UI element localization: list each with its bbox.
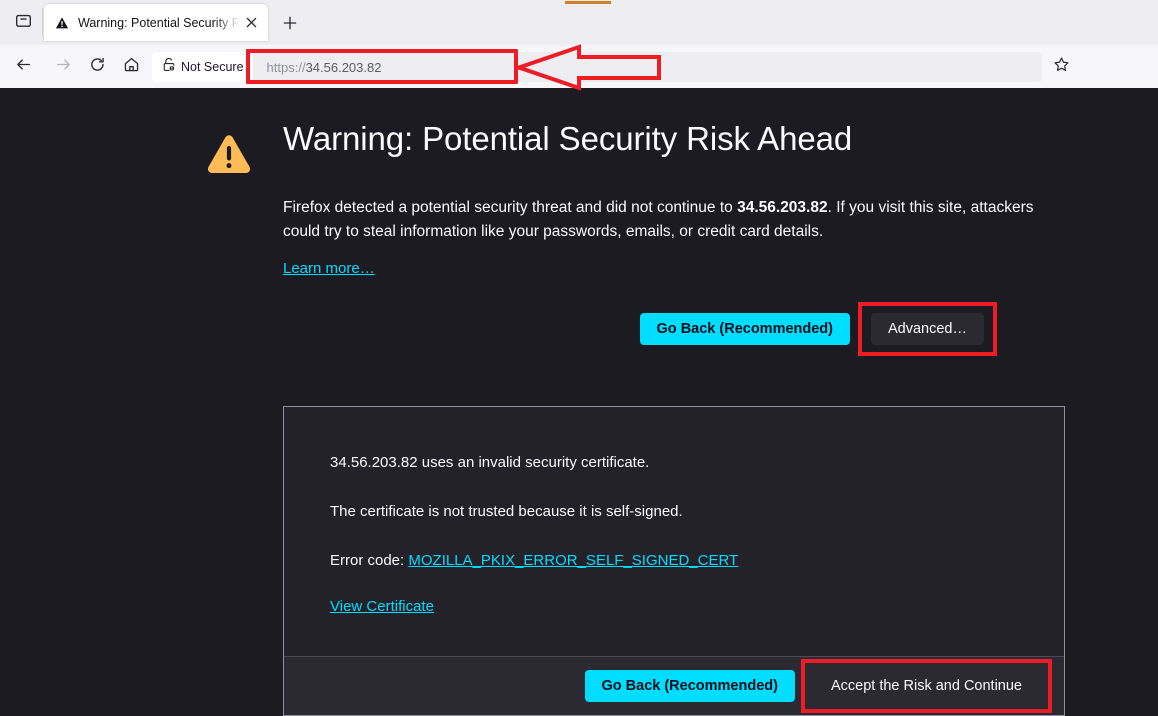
tab-list-icon [15, 12, 32, 34]
page-body-text: Firefox detected a potential security th… [205, 176, 1053, 244]
error-page: Warning: Potential Security Risk Ahead F… [0, 88, 1158, 716]
cert-error-line-1: 34.56.203.82 uses an invalid security ce… [330, 454, 650, 472]
tab-title: Warning: Potential Security Risk Ahead [78, 15, 240, 30]
tabstrip-divider [42, 8, 43, 36]
view-certificate-wrap: View Certificate [330, 598, 1018, 616]
browser-tab[interactable]: Warning: Potential Security Risk Ahead [44, 4, 268, 41]
advanced-button-highlight: Advanced… [858, 302, 997, 357]
plus-icon [283, 13, 297, 34]
body-host: 34.56.203.82 [737, 199, 828, 216]
view-certificate-link[interactable]: View Certificate [330, 598, 434, 615]
advanced-panel-footer: Go Back (Recommended) Accept the Risk an… [284, 656, 1064, 716]
learn-more-wrap: Learn more… [205, 244, 1085, 278]
reload-icon [89, 56, 106, 78]
body-prefix: Firefox detected a potential security th… [283, 199, 738, 216]
primary-button-row: Go Back (Recommended) Advanced… [205, 278, 997, 357]
forward-button[interactable] [48, 51, 79, 82]
cert-error-line-2: The certificate is not trusted because i… [330, 503, 683, 521]
identity-label: Not Secure [181, 60, 244, 74]
page-title-row: Warning: Potential Security Risk Ahead [205, 118, 1085, 176]
left-pointing-arrow-annotation [516, 44, 661, 91]
error-page-content: Warning: Potential Security Risk Ahead F… [205, 118, 1085, 716]
reload-button[interactable] [82, 51, 113, 82]
error-code-line: Error code: MOZILLA_PKIX_ERROR_SELF_SIGN… [330, 550, 1018, 571]
tab-list-button[interactable] [8, 8, 38, 38]
home-button[interactable] [116, 51, 147, 82]
advanced-panel: 34.56.203.82 uses an invalid security ce… [283, 406, 1065, 716]
identity-box[interactable]: Not Secure [152, 52, 253, 82]
back-arrow-icon [15, 56, 32, 78]
error-code-link[interactable]: MOZILLA_PKIX_ERROR_SELF_SIGNED_CERT [408, 552, 738, 569]
bookmark-button[interactable] [1046, 52, 1076, 82]
error-code-label: Error code: [330, 552, 409, 570]
close-icon[interactable] [242, 14, 260, 32]
warning-triangle-icon [54, 15, 70, 31]
lock-warning-icon [162, 57, 176, 77]
star-icon [1053, 56, 1070, 78]
back-button[interactable] [8, 51, 39, 82]
tab-strip: Warning: Potential Security Risk Ahead [0, 0, 1158, 45]
new-tab-button[interactable] [276, 9, 304, 37]
accept-risk-button-highlight: Accept the Risk and Continue [800, 659, 1052, 714]
url-bar-highlight [246, 49, 518, 84]
advanced-panel-body: 34.56.203.82 uses an invalid security ce… [284, 407, 1064, 656]
accept-risk-button[interactable]: Accept the Risk and Continue [813, 670, 1039, 703]
advanced-button[interactable]: Advanced… [871, 313, 984, 346]
forward-arrow-icon [55, 56, 72, 78]
warning-triangle-icon [205, 132, 253, 176]
page-title: Warning: Potential Security Risk Ahead [283, 120, 853, 157]
footer-go-back-button[interactable]: Go Back (Recommended) [584, 670, 795, 703]
home-icon [123, 56, 140, 78]
go-back-button[interactable]: Go Back (Recommended) [639, 313, 850, 346]
learn-more-link[interactable]: Learn more… [283, 260, 375, 277]
